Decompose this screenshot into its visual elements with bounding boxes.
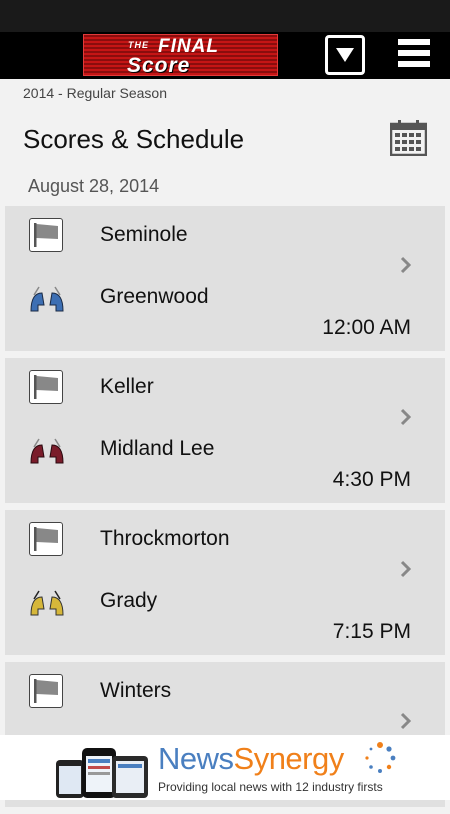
flag-icon: [29, 218, 63, 252]
game-card-1[interactable]: Seminole Greenwood 12:00 AM: [5, 206, 445, 351]
away-team: Greenwood: [100, 285, 209, 308]
home-team: Keller: [100, 375, 154, 398]
flag-icon: [29, 370, 63, 404]
ad-tagline: Providing local news with 12 industry fi…: [158, 780, 383, 794]
phones-image: [56, 748, 148, 798]
home-team: Seminole: [100, 223, 188, 246]
logo-score: Score: [127, 54, 191, 77]
flag-icon: [29, 522, 63, 556]
dropdown-triangle-icon: [336, 48, 354, 62]
date-header: August 28, 2014: [28, 176, 160, 196]
chevron-right-icon: [400, 256, 412, 274]
game-time: 12:00 AM: [322, 316, 411, 339]
chevron-right-icon: [400, 712, 412, 730]
status-bar: [0, 0, 450, 32]
calendar-icon[interactable]: [390, 119, 427, 156]
helmets-icon: [30, 286, 64, 312]
season-label: 2014 - Regular Season: [23, 85, 167, 101]
helmets-icon: [30, 438, 64, 464]
dropdown-button[interactable]: [325, 35, 365, 75]
ad-brand-news: News: [158, 741, 234, 776]
game-time: 7:15 PM: [332, 620, 411, 643]
chevron-right-icon: [400, 560, 412, 578]
ad-brand-synergy: Synergy: [233, 741, 345, 776]
chevron-right-icon: [400, 408, 412, 426]
home-team: Throckmorton: [100, 527, 230, 550]
ad-banner[interactable]: NewsSynergy Providing local news with 12…: [0, 735, 450, 800]
flag-icon: [29, 674, 63, 708]
home-team: Winters: [100, 679, 172, 702]
game-time: 4:30 PM: [332, 468, 411, 491]
game-card-3[interactable]: Throckmorton Grady 7:15 PM: [5, 510, 445, 655]
ad-brand: NewsSynergy: [158, 741, 344, 777]
logo-the: THE: [128, 40, 149, 50]
away-team: Midland Lee: [100, 437, 215, 460]
games-list: Seminole Greenwood 12:00 AM Keller Midla…: [5, 206, 445, 814]
game-card-2[interactable]: Keller Midland Lee 4:30 PM: [5, 358, 445, 503]
helmets-icon: [30, 590, 64, 616]
final-score-logo: THE FINAL Score: [83, 34, 278, 77]
away-team: Grady: [100, 589, 158, 612]
app-bar: THE FINAL Score: [0, 32, 450, 79]
dots-logo-icon: [365, 742, 396, 773]
page-title: Scores & Schedule: [23, 124, 245, 154]
hamburger-menu-icon[interactable]: [398, 39, 430, 71]
